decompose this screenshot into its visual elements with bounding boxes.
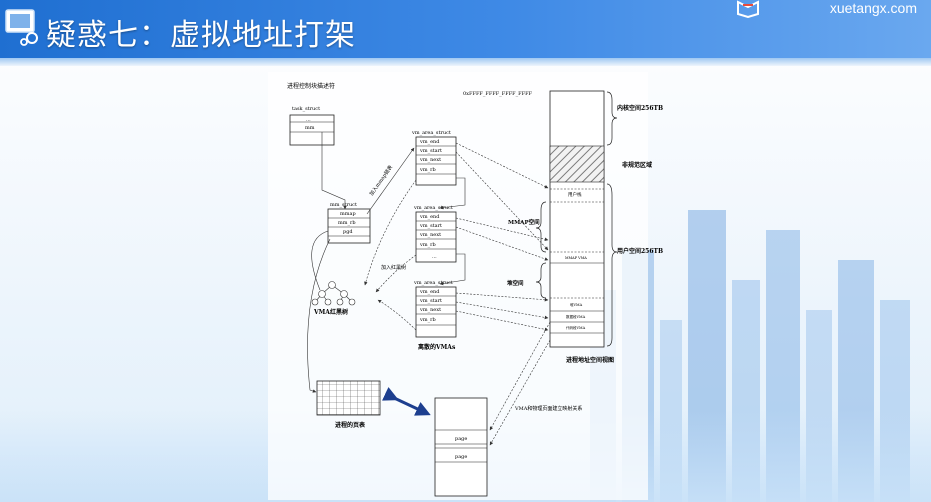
vma1-start: vm_start: [419, 148, 442, 154]
vma1-end: vm_end: [419, 139, 440, 145]
vma1-next: vm_next: [419, 157, 441, 163]
vma2-rb: vm_rb: [419, 242, 436, 248]
task-field-mm: mm: [305, 125, 315, 131]
process-vmas-label: 离散的VMAs: [418, 343, 456, 351]
noncanonical-label: 非规范区域: [622, 161, 652, 169]
vma3-end: vm_end: [419, 289, 440, 295]
vma2-label: vm_area_struct: [413, 205, 453, 211]
address-space-column: 用户栈 MMAP VMA 堆VMA 数据段VMA 代码段VMA: [549, 90, 605, 348]
vma-rbtree-label: VMA红黑树: [313, 308, 348, 316]
data-vma-label: 数据段VMA: [566, 314, 586, 319]
page-label-1: page: [455, 436, 467, 442]
page-table-grid: [316, 380, 381, 416]
physical-pages-box: page page: [434, 397, 488, 497]
task-field-dots: ...: [306, 117, 311, 123]
mm-field-pgd: pgd: [343, 229, 353, 235]
vma2-end: vm_end: [419, 214, 440, 220]
heap-vma-label: 堆VMA: [570, 302, 583, 307]
user-space-label: 用户空间256TB: [616, 247, 663, 255]
mm-struct-label: mm_struct: [330, 202, 357, 208]
user-stack-label: 用户栈: [568, 191, 582, 198]
mm-field-rb: mm_rb: [338, 220, 356, 226]
memory-diagram: 进程控制块描述符 task_struct ... mm mm_struct mm…: [268, 72, 663, 500]
vma-box-1: vm_end vm_start vm_next vm_rb: [415, 136, 457, 186]
vma3-next: vm_next: [419, 307, 441, 313]
process-address-space-label: 进程地址空间视图: [566, 356, 614, 364]
code-vma-label: 代码段VMA: [566, 325, 586, 330]
page-label-2: page: [455, 454, 467, 460]
vma1-label: vm_area_struct: [411, 130, 451, 136]
mm-struct-box: mmap mm_rb pgd: [327, 208, 371, 244]
vma1-rb: vm_rb: [419, 167, 436, 173]
page-table-label: 进程的页表: [335, 421, 366, 429]
vma2-next: vm_next: [419, 232, 441, 238]
address-top-label: 0xFFFF_FFFF_FFFF_FFFF: [463, 91, 533, 97]
add-rbtree-label: 加入红黑树: [381, 264, 406, 271]
mm-field-mmap: mmap: [340, 211, 356, 217]
mmap-vma-label: MMAP VMA: [565, 256, 587, 260]
vma2-dots: ...: [432, 254, 437, 260]
task-label: 进程控制块描述符: [287, 82, 335, 90]
vma-page-mapping-label: VMA和物理页面建立映射关系: [514, 405, 582, 412]
vma-box-2: vm_end vm_start vm_next vm_rb ...: [415, 211, 457, 263]
vma-box-3: vm_end vm_start vm_next vm_rb: [415, 286, 457, 338]
vma3-start: vm_start: [419, 298, 442, 304]
vma2-start: vm_start: [419, 223, 442, 229]
task-struct-box: ... mm: [289, 114, 335, 146]
vma3-rb: vm_rb: [419, 317, 436, 323]
kernel-space-label: 内核空间256TB: [617, 104, 663, 112]
task-struct-label: task_struct: [292, 106, 320, 112]
heap-space-label: 堆空间: [507, 279, 524, 287]
